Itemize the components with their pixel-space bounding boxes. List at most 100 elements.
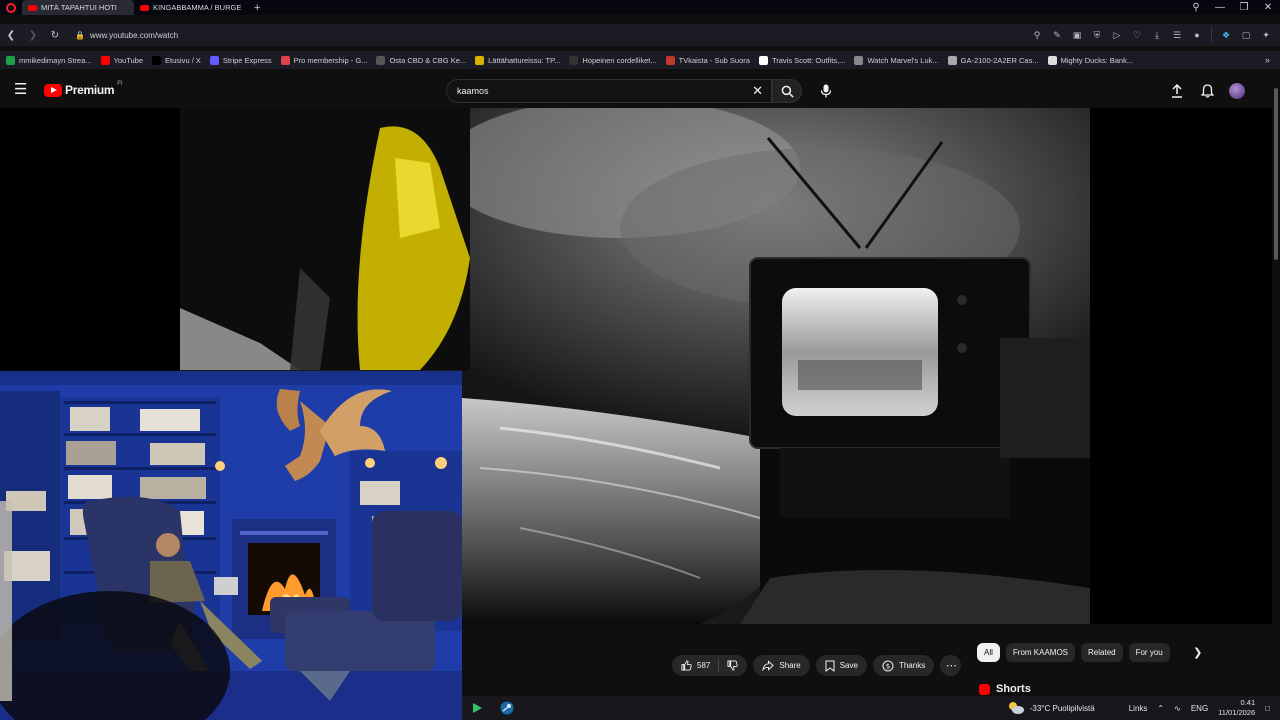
filter-chip[interactable]: Related bbox=[1081, 643, 1123, 662]
microphone-icon bbox=[820, 84, 832, 98]
bookmark-favicon-icon bbox=[475, 55, 485, 65]
like-button[interactable]: 587 bbox=[681, 660, 710, 671]
related-filter-chips: All From KAAMOS Related For you ❯ bbox=[977, 643, 1208, 662]
page-scrollbar[interactable] bbox=[1272, 72, 1280, 696]
bookmark-item[interactable]: TVkaista - Sub Suora bbox=[665, 55, 750, 65]
webcam-overlay bbox=[0, 371, 462, 720]
clear-search-icon[interactable]: ✕ bbox=[752, 83, 763, 99]
restore-icon[interactable]: ❐ bbox=[1232, 2, 1256, 13]
menu-icon[interactable]: ☰ bbox=[1167, 30, 1187, 41]
search-icon[interactable]: ⚲ bbox=[1027, 30, 1047, 41]
bookmark-favicon-icon bbox=[152, 55, 162, 65]
filter-chip[interactable]: All bbox=[977, 643, 1000, 662]
shorts-shelf-header: Shorts bbox=[979, 683, 1031, 695]
tab-title: KINGABBAMMA / BURGE bbox=[153, 3, 242, 12]
bookmark-item[interactable]: Hopeinen cordelliket... bbox=[569, 55, 657, 65]
youtube-premium-logo[interactable]: Premium FI bbox=[44, 81, 123, 97]
bookmark-item[interactable]: mmikedimayn Strea... bbox=[6, 55, 92, 65]
play-icon[interactable]: ▷ bbox=[1107, 30, 1127, 41]
profile-icon[interactable]: ● bbox=[1187, 30, 1207, 40]
links-toolbar[interactable]: Links bbox=[1129, 704, 1148, 713]
bookmark-item[interactable]: Etusivu / X bbox=[152, 55, 201, 65]
search-tabs-icon[interactable]: ⚲ bbox=[1184, 2, 1208, 13]
shield-icon[interactable]: ⛨ bbox=[1087, 30, 1107, 41]
like-divider bbox=[718, 659, 720, 672]
thumbs-down-icon[interactable] bbox=[727, 660, 739, 671]
bookmark-item[interactable]: Osta CBD & CBG Ke... bbox=[376, 55, 466, 65]
header-actions bbox=[1168, 82, 1246, 100]
bookmark-label: Watch Marvel's Luk... bbox=[867, 55, 939, 65]
filter-chip[interactable]: From KAAMOS bbox=[1005, 643, 1076, 662]
extension-icon[interactable]: ❖ bbox=[1216, 30, 1236, 41]
close-window-icon[interactable]: ✕ bbox=[1256, 2, 1280, 13]
window-controls: ⚲ — ❐ ✕ bbox=[1184, 2, 1280, 13]
new-tab-button[interactable]: + bbox=[246, 2, 268, 14]
box-icon[interactable]: ▢ bbox=[1236, 30, 1256, 41]
camera-icon[interactable]: ▣ bbox=[1067, 30, 1087, 41]
thanks-button[interactable]: $ Thanks bbox=[872, 655, 935, 676]
network-icon[interactable]: ∿ bbox=[1174, 704, 1181, 713]
bookmark-item[interactable]: Mighty Ducks: Bank... bbox=[1047, 55, 1133, 65]
share-icon bbox=[762, 660, 775, 671]
bookmark-favicon-icon bbox=[209, 55, 219, 65]
heart-icon[interactable]: ♡ bbox=[1127, 30, 1147, 41]
filter-chip[interactable]: For you bbox=[1128, 643, 1170, 662]
bookmark-favicon-icon bbox=[280, 55, 290, 65]
show-hidden-icons-chevron-icon[interactable]: ⌃ bbox=[1157, 704, 1164, 713]
input-language[interactable]: ENG bbox=[1191, 704, 1208, 713]
thanks-label: Thanks bbox=[898, 661, 926, 670]
guide-menu-icon[interactable]: ☰ bbox=[14, 82, 30, 97]
search-button[interactable] bbox=[772, 79, 802, 103]
save-button[interactable]: Save bbox=[815, 655, 867, 676]
bookmark-item[interactable]: Stripe Express bbox=[209, 55, 272, 65]
bookmark-label: mmikedimayn Strea... bbox=[19, 55, 92, 65]
taskbar-app-media-icon[interactable] bbox=[462, 696, 492, 720]
url-field[interactable]: www.youtube.com/watch bbox=[90, 31, 178, 40]
clock-time: 0.41 bbox=[1240, 698, 1256, 707]
reload-icon[interactable]: ↻ bbox=[44, 30, 66, 41]
bookmark-favicon-icon bbox=[376, 55, 386, 65]
forward-icon[interactable]: ❯ bbox=[22, 30, 44, 41]
search-input[interactable] bbox=[457, 86, 737, 96]
bookmark-item[interactable]: Lättähattureissu: TP... bbox=[475, 55, 561, 65]
system-clock[interactable]: 0.41 11/01/2026 bbox=[1218, 698, 1255, 718]
windows-taskbar: -33°C Puolipilvistä Links ⌃ ∿ ENG 0.41 1… bbox=[462, 696, 1280, 720]
opera-logo-icon[interactable] bbox=[0, 0, 22, 15]
notifications-bell-icon[interactable] bbox=[1198, 82, 1216, 100]
browser-tab-1[interactable]: MITÄ TAPAHTUI HOTI bbox=[22, 0, 134, 15]
share-button[interactable]: Share bbox=[753, 655, 810, 676]
super-thanks-icon: $ bbox=[882, 660, 894, 671]
taskbar-app-steam-icon[interactable] bbox=[492, 696, 522, 720]
logo-country: FI bbox=[117, 81, 123, 87]
shorts-logo-icon bbox=[979, 683, 990, 695]
bookmark-label: Pro membership - G... bbox=[293, 55, 368, 65]
bookmark-favicon-icon bbox=[758, 55, 768, 65]
weather-widget[interactable]: -33°C Puolipilvistä bbox=[1007, 701, 1095, 715]
bookmark-favicon-icon bbox=[854, 55, 864, 65]
avatar bbox=[1229, 83, 1245, 99]
back-icon[interactable]: ❮ bbox=[0, 30, 22, 41]
voice-search-button[interactable] bbox=[815, 80, 837, 102]
more-actions-button[interactable]: ⋯ bbox=[940, 655, 962, 676]
thumbs-up-icon bbox=[681, 660, 692, 671]
weather-partly-cloudy-icon bbox=[1008, 702, 1024, 714]
bookmark-label: Lättähattureissu: TP... bbox=[488, 55, 561, 65]
upload-icon[interactable] bbox=[1168, 82, 1186, 100]
bookmark-label: Etusivu / X bbox=[165, 55, 201, 65]
edit-icon[interactable]: ✎ bbox=[1047, 30, 1067, 41]
ai-icon[interactable]: ✦ bbox=[1256, 30, 1276, 41]
lock-icon[interactable]: 🔒 bbox=[72, 31, 88, 40]
bookmark-item[interactable]: Pro membership - G... bbox=[280, 55, 368, 65]
bookmark-item[interactable]: Travis Scott: Outfits,... bbox=[758, 55, 845, 65]
bookmark-item[interactable]: GA-2100-2A2ER Cas... bbox=[947, 55, 1039, 65]
bookmark-item[interactable]: Watch Marvel's Luk... bbox=[854, 55, 939, 65]
download-icon[interactable]: ⤓ bbox=[1147, 30, 1167, 41]
scrollbar-thumb[interactable] bbox=[1274, 88, 1278, 260]
notification-center-icon[interactable]: □ bbox=[1265, 704, 1270, 713]
account-menu[interactable] bbox=[1228, 82, 1246, 100]
bookmarks-overflow-chevron-icon[interactable]: » bbox=[1265, 55, 1270, 65]
chips-next-chevron-icon[interactable]: ❯ bbox=[1188, 643, 1208, 662]
browser-tab-2[interactable]: KINGABBAMMA / BURGE bbox=[134, 0, 246, 15]
minimize-icon[interactable]: — bbox=[1208, 2, 1232, 13]
bookmark-item[interactable]: YouTube bbox=[100, 55, 143, 65]
